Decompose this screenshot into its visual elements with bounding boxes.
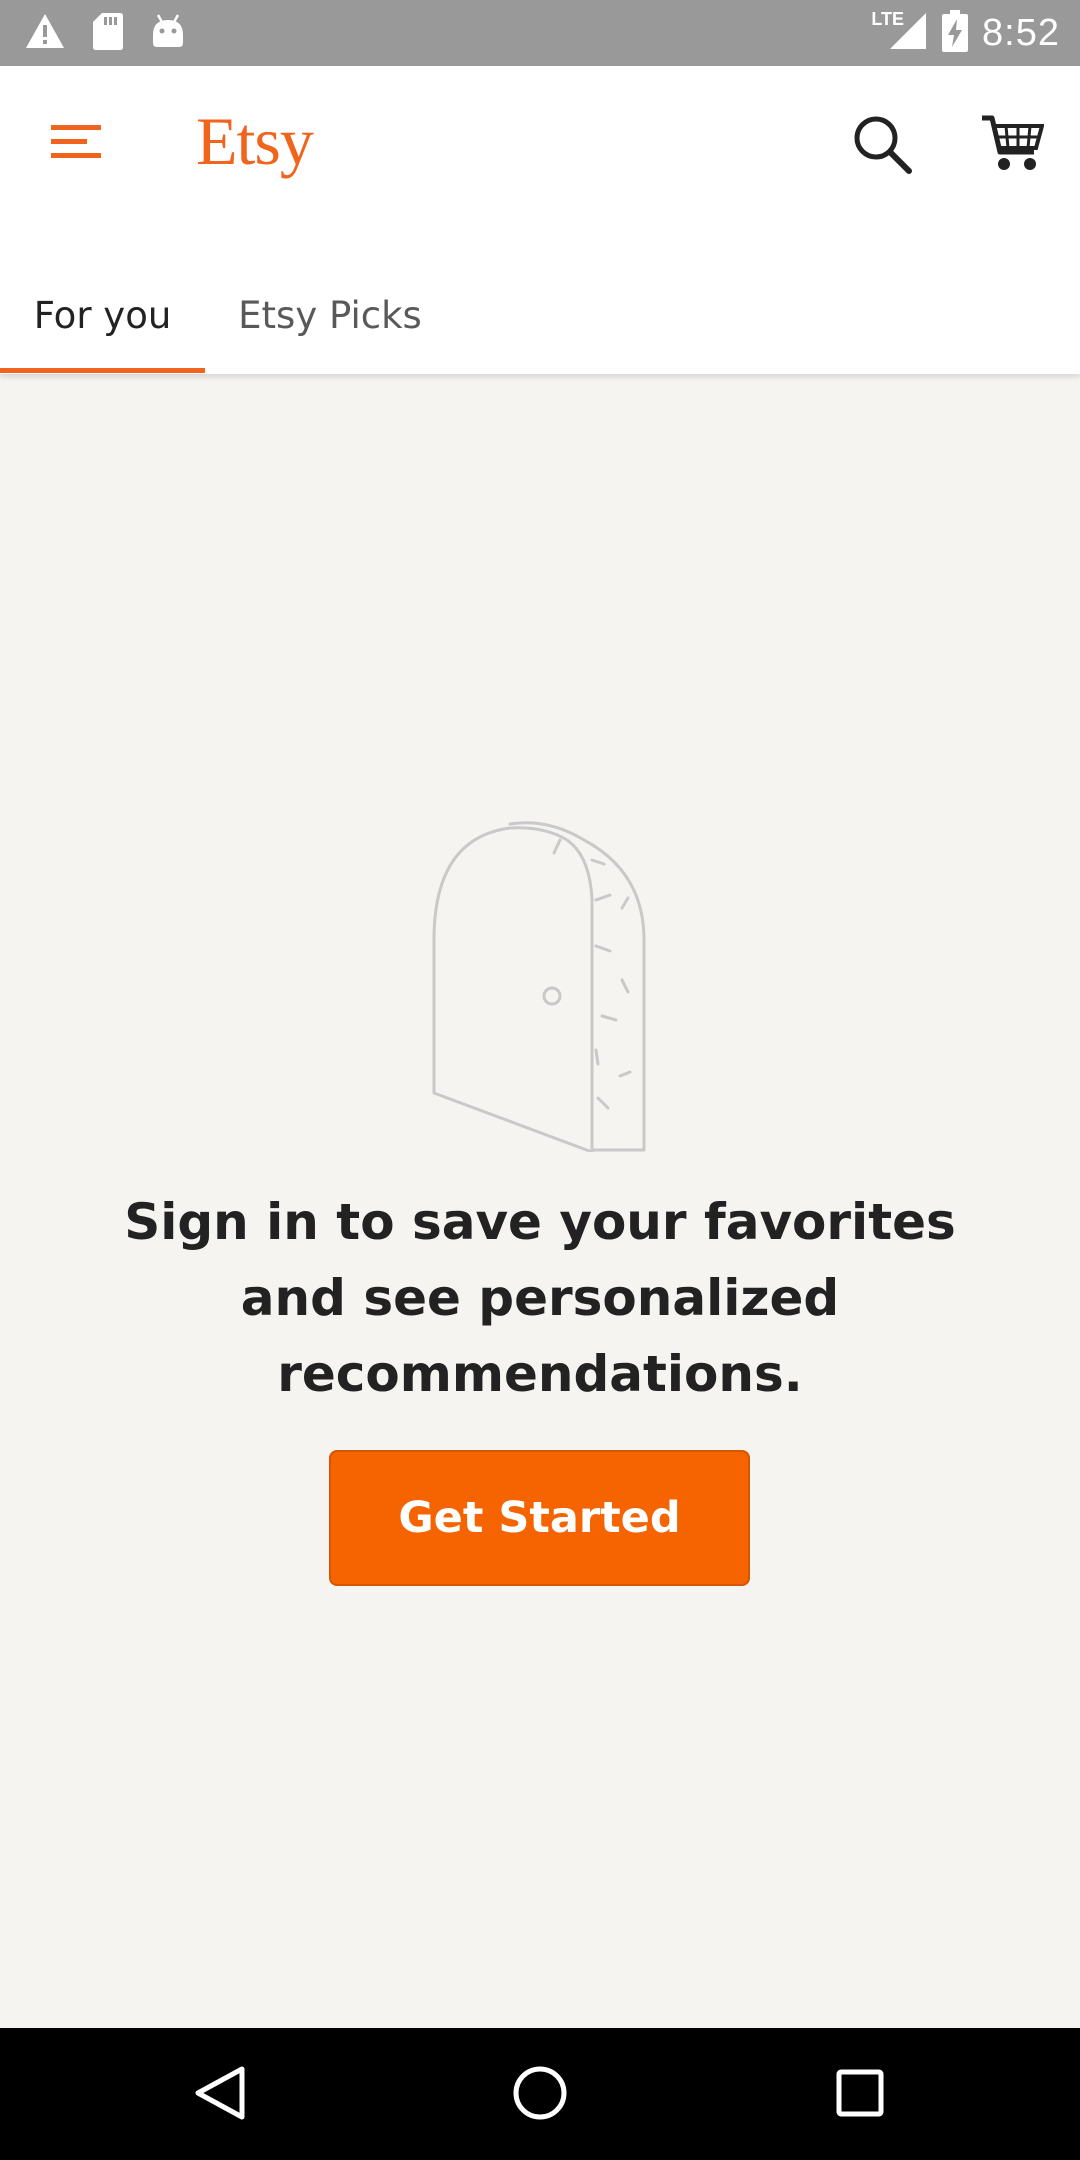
search-icon (851, 113, 913, 180)
tab-for-you[interactable]: For you (0, 290, 205, 374)
cart-icon (980, 114, 1045, 179)
sign-in-message: Sign in to save your favorites and see p… (124, 1193, 956, 1403)
cart-button[interactable] (970, 104, 1054, 188)
clock: 8:52 (982, 11, 1060, 54)
search-button[interactable] (842, 106, 922, 186)
active-tab-indicator (0, 368, 205, 373)
warning-icon (24, 12, 66, 55)
main-content: Sign in to save your favorites and see p… (0, 374, 1080, 2028)
hamburger-menu-icon (51, 121, 101, 166)
sd-card-icon (92, 11, 124, 56)
status-bar: LTE 8:52 (0, 0, 1080, 66)
tab-bar: For you Etsy Picks (0, 290, 1080, 374)
status-icons-left (24, 8, 186, 58)
door-icon (424, 820, 656, 1157)
nav-recents-button[interactable] (820, 2058, 900, 2132)
recents-icon (835, 2068, 885, 2123)
android-icon (150, 13, 186, 54)
toolbar: Etsy (0, 66, 1080, 220)
tab-etsy-picks[interactable]: Etsy Picks (205, 290, 455, 374)
get-started-button[interactable]: Get Started (329, 1450, 750, 1586)
app-bar: Etsy For you Etsy Picks (0, 66, 1080, 374)
home-icon (512, 2065, 568, 2126)
system-nav-bar (0, 2028, 1080, 2160)
network-type: LTE (871, 8, 905, 29)
nav-back-button[interactable] (180, 2058, 260, 2132)
etsy-logo[interactable]: Etsy (196, 102, 314, 181)
back-icon (194, 2065, 246, 2126)
battery-charging-icon (942, 9, 969, 57)
menu-button[interactable] (38, 110, 114, 176)
nav-home-button[interactable] (500, 2058, 580, 2132)
status-icons-right: LTE 8:52 (871, 8, 1060, 58)
